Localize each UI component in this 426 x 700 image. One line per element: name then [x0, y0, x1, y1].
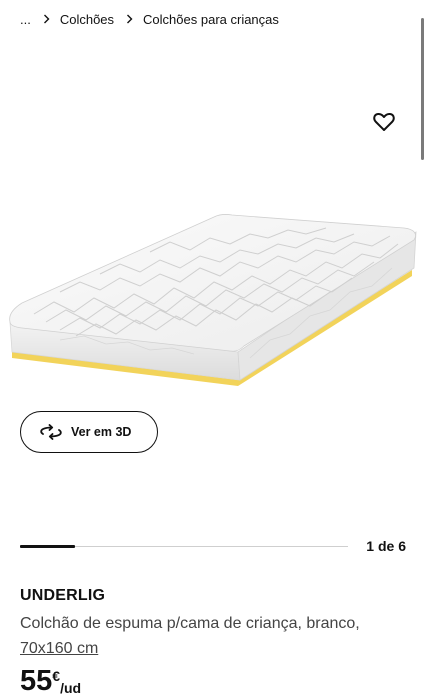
chevron-right-icon	[43, 14, 50, 24]
product-description-text: Colchão de espuma p/cama de criança, bra…	[20, 615, 360, 632]
price-currency: €	[52, 668, 61, 684]
breadcrumb-item-colchoes-criancas[interactable]: Colchões para crianças	[143, 12, 279, 27]
favorite-button[interactable]	[372, 110, 396, 134]
view-3d-button[interactable]: Ver em 3D	[20, 411, 158, 453]
product-description: Colchão de espuma p/cama de criança, bra…	[20, 611, 410, 661]
price-amount: 55	[20, 665, 53, 697]
product-name: UNDERLIG	[20, 587, 106, 604]
breadcrumb-item-colchoes[interactable]: Colchões	[60, 12, 114, 27]
breadcrumb: ... Colchões Colchões para crianças	[20, 10, 279, 28]
heart-icon	[373, 112, 395, 131]
price-unit: /ud	[60, 680, 82, 696]
product-image[interactable]	[0, 40, 426, 400]
gallery-counter: 1 de 6	[366, 538, 406, 554]
rotate-3d-icon	[40, 424, 62, 440]
gallery-progress-indicator	[20, 545, 75, 548]
breadcrumb-ellipsis[interactable]: ...	[20, 12, 31, 27]
product-size-link[interactable]: 70x160 cm	[20, 640, 98, 657]
product-price: 55 € /ud	[20, 664, 81, 698]
view-3d-label: Ver em 3D	[71, 425, 132, 439]
chevron-right-icon	[126, 14, 133, 24]
